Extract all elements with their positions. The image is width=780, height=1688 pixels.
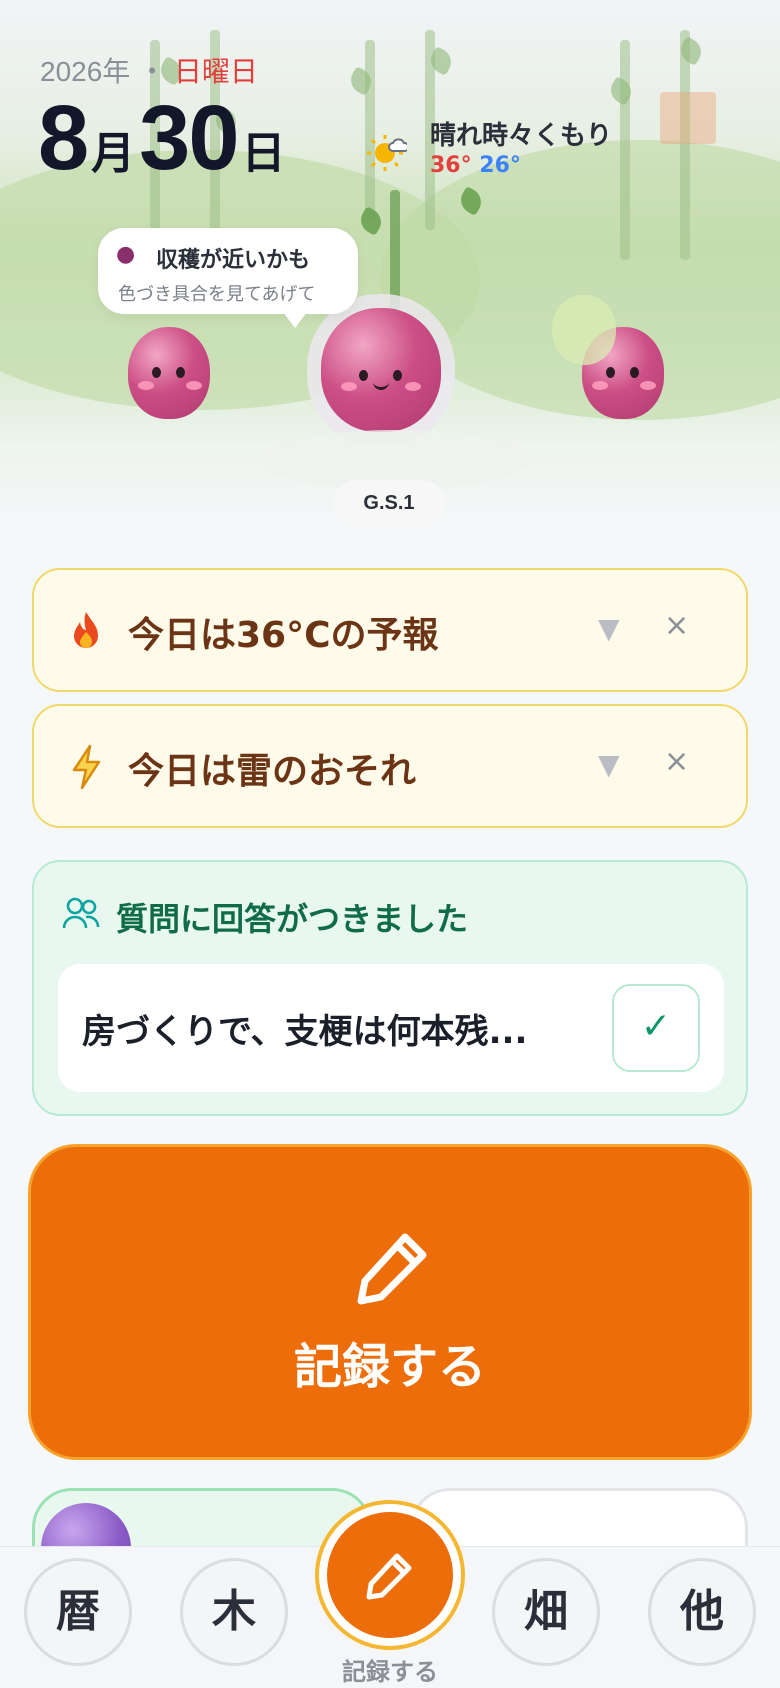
low-temp: 26° (479, 153, 521, 178)
close-icon[interactable]: × (664, 608, 689, 643)
alert-text: 今日は36°Cの予報 (128, 615, 439, 656)
thunder-alert-card[interactable]: 今日は雷のおそれ ▼ × (32, 704, 748, 828)
year-label: 2026年 (40, 56, 131, 87)
close-icon[interactable]: × (664, 744, 689, 779)
alert-text: 今日は雷のおそれ (128, 751, 417, 792)
lightning-icon (72, 744, 101, 790)
vine-decoration (390, 190, 400, 310)
date-display: 8 月 30 日 (38, 92, 286, 184)
day-number: 30 (139, 87, 239, 189)
temperature-range: 36° 26° (430, 153, 521, 178)
barn-icon (660, 92, 716, 144)
nav-other-button[interactable]: 他 (648, 1558, 756, 1666)
nav-tree-button[interactable]: 木 (180, 1558, 288, 1666)
mark-read-button[interactable]: ✓ (612, 984, 700, 1072)
grape-icon: ● (116, 242, 136, 267)
day-unit: 日 (241, 129, 286, 178)
check-icon: ✓ (640, 1006, 672, 1047)
bubble-subtitle: 色づき具合を見てあげて (118, 284, 316, 305)
date-separator: ・ (138, 56, 167, 87)
heat-alert-card[interactable]: 今日は36°Cの予報 ▼ × (32, 568, 748, 692)
vine-decoration (680, 30, 690, 260)
speech-bubble[interactable]: ● 収穫が近いかも 色づき具合を見てあげて (98, 228, 358, 328)
green-grape-character (552, 295, 616, 365)
main-grape-character[interactable] (321, 308, 441, 432)
day-of-week-label: 日曜日 (173, 56, 258, 87)
qa-notification-card[interactable]: 質問に回答がつきました 房づくりで、支梗は何本残... ✓ (32, 860, 748, 1116)
pencil-icon (366, 1553, 412, 1600)
bubble-title: 収穫が近いかも (156, 248, 311, 273)
fire-icon (74, 612, 98, 648)
record-button[interactable]: 記録する (28, 1144, 752, 1460)
vine-decoration (620, 40, 630, 260)
weather-condition: 晴れ時々くもり (430, 121, 613, 151)
users-icon (62, 897, 100, 929)
date-year-line: 2026年 ・ 日曜日 (40, 50, 258, 90)
grape-character[interactable] (128, 327, 210, 419)
qa-question-row[interactable]: 房づくりで、支梗は何本残... ✓ (58, 964, 724, 1092)
month-number: 8 (38, 87, 89, 189)
plant-name-tag[interactable]: G.S.1 (333, 480, 445, 526)
high-temp: 36° (430, 153, 472, 178)
chevron-down-icon[interactable]: ▼ (598, 748, 620, 781)
leaf-decoration (605, 75, 637, 107)
nav-record-button[interactable] (327, 1512, 453, 1638)
nav-calendar-button[interactable]: 暦 (24, 1558, 132, 1666)
pencil-icon (357, 1233, 427, 1305)
nav-field-button[interactable]: 畑 (492, 1558, 600, 1666)
sun-cloud-icon (367, 135, 407, 171)
chevron-down-icon[interactable]: ▼ (598, 612, 620, 645)
record-button-label: 記録する (293, 1339, 486, 1395)
nav-record-label: 記録する (342, 1658, 438, 1686)
month-unit: 月 (91, 129, 136, 178)
qa-title: 質問に回答がつきました (116, 900, 469, 938)
qa-question-text: 房づくりで、支梗は何本残... (82, 1012, 528, 1052)
